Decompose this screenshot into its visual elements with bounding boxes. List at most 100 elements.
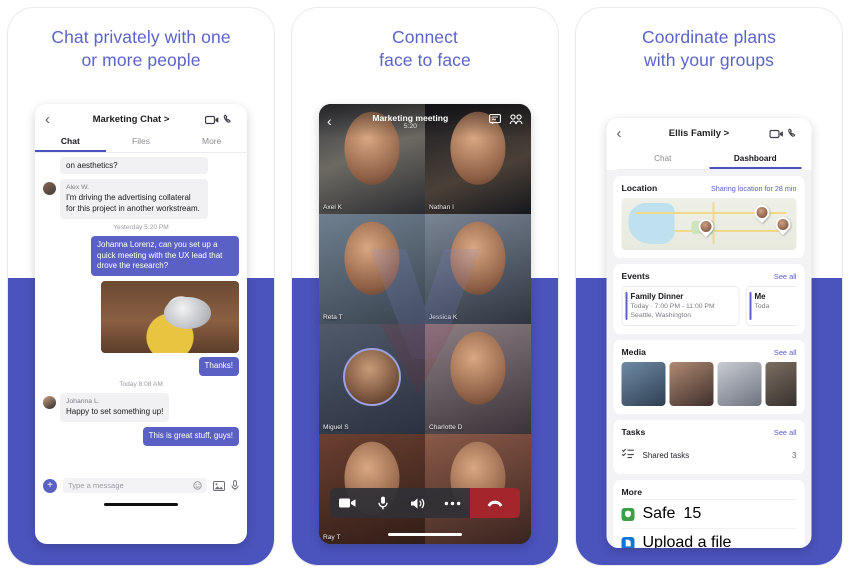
message-input-placeholder: Type a message [68,481,124,490]
message-text: Happy to set something up! [66,407,164,417]
tab-more[interactable]: More [176,131,247,152]
panel-chat: Chat privately with one or more people ‹… [8,8,274,565]
page-title: Chat privately with one or more people [8,8,274,72]
microphone-icon[interactable] [231,480,239,491]
meeting-time: 5:20 [403,122,417,130]
message-sender: Johanna L. [66,397,100,405]
message-row: Johanna L. Happy to set something up! [43,392,239,422]
event-when: Today · 7:00 PM - 11:00 PM [630,303,715,310]
tab-chat[interactable]: Chat [35,131,106,152]
call-controls [330,488,520,518]
media-thumbnail[interactable] [669,362,714,406]
event-item[interactable]: Family Dinner Today · 7:00 PM - 11:00 PM… [621,286,740,326]
tasks-see-all[interactable]: See all [774,428,797,437]
participant-name: Ray T [323,534,341,541]
headline-line-1: Chat privately with one [51,27,231,47]
shared-tasks-row[interactable]: Shared tasks 3 [621,442,797,466]
media-title: Media [621,347,646,357]
participant-name: Axel K [323,204,343,211]
phone-call-mockup: Axel K Nathan I Reta T Jessica K Miguel … [319,104,531,544]
plus-icon[interactable]: + [43,478,57,493]
photo-attachment[interactable] [101,281,239,354]
participant-tile[interactable]: Miguel S [319,324,425,434]
more-item-label: Upload a file [642,534,732,548]
tab-files[interactable]: Files [106,131,177,152]
media-thumbnail[interactable] [717,362,762,406]
phone-chat-mockup: ‹ Marketing Chat > Chat Files More on ae… [35,104,247,544]
panel-dashboard: Coordinate plans with your groups ‹ Elli… [576,8,842,565]
location-sharing-note: Sharing location for 28 min [711,183,797,193]
more-icon[interactable] [435,501,470,506]
more-item-safe[interactable]: Safe 15 [621,499,797,528]
back-chevron-icon[interactable]: ‹ [45,112,59,127]
headline-line-1: Coordinate plans [642,27,776,47]
avatar [343,347,401,406]
events-title: Events [621,271,650,281]
message-bubble[interactable]: Alex W. I'm driving the advertising coll… [60,179,208,219]
events-see-all[interactable]: See all [774,272,797,281]
message-list[interactable]: on aesthetics? Alex W. I'm driving the a… [35,153,247,471]
media-card: Media See all [613,340,805,414]
more-title: More [621,487,643,497]
media-thumbnails [621,362,797,406]
tab-chat[interactable]: Chat [617,149,710,169]
group-title[interactable]: Ellis Family > [631,128,768,139]
participant-tile[interactable]: Charlotte D [425,324,531,434]
tasks-card: Tasks See all Shared tasks 3 [613,420,805,474]
dashboard-header: ‹ Ellis Family > Chat Dashboard [606,118,812,170]
media-thumbnail[interactable] [765,362,797,406]
upload-file-icon [621,536,635,548]
tasks-title: Tasks [621,427,646,437]
participant-name: Nathan I [429,204,454,211]
speaker-icon[interactable] [400,497,435,510]
map-pin[interactable] [751,202,773,224]
page-title: Connect face to face [292,8,558,72]
message-row: Johanna Lorenz, can you set up a quick m… [43,235,239,277]
location-map[interactable] [621,198,797,250]
hangup-icon[interactable] [470,488,520,518]
participant-name: Miguel S [323,424,349,431]
message-timestamp: Yesterday 5:20 PM [113,223,169,231]
video-call-icon[interactable] [768,129,785,139]
chat-bubble-icon[interactable] [489,112,501,130]
events-card: Events See all Family Dinner Today · 7:0… [613,264,805,334]
media-see-all[interactable]: See all [774,348,797,357]
safe-icon [621,507,635,521]
media-thumbnail[interactable] [621,362,666,406]
message-row: Alex W. I'm driving the advertising coll… [43,179,239,219]
phone-call-icon[interactable] [220,114,237,125]
phone-call-icon[interactable] [785,128,802,139]
emoji-icon[interactable] [193,481,202,490]
headline-line-2: or more people [81,50,201,71]
message-bubble[interactable]: Johanna L. Happy to set something up! [60,392,170,422]
location-title: Location [621,183,658,193]
home-indicator [388,533,462,536]
participants-icon[interactable] [509,112,523,130]
event-item[interactable]: Me Toda [745,286,797,326]
message-bubble[interactable]: Thanks! [198,357,239,376]
microphone-icon[interactable] [365,496,400,510]
camera-icon[interactable] [330,497,365,509]
chat-title[interactable]: Marketing Chat > [59,114,203,125]
message-row: This is great stuff, guys! [43,426,239,446]
more-card: More Safe 15 Upload a file [613,480,805,548]
more-item-label: Safe [642,505,676,522]
video-call-icon[interactable] [203,115,220,125]
event-place: Seattle, Washington [630,312,692,319]
message-input[interactable]: Type a message [63,478,207,493]
participant-tile[interactable]: Reta T [319,214,425,324]
clipped-message: on aesthetics? [60,157,208,174]
participant-tile[interactable]: Jessica K [425,214,531,324]
shared-tasks-label: Shared tasks [642,450,690,460]
message-bubble[interactable]: Johanna Lorenz, can you set up a quick m… [91,235,239,277]
image-icon[interactable] [213,480,225,491]
more-item-upload[interactable]: Upload a file [621,528,797,548]
message-text: I'm driving the advertising collateral f… [66,193,200,213]
back-chevron-icon[interactable]: ‹ [617,126,631,141]
call-header: ‹ Marketing meeting 5:20 [319,104,531,138]
tab-dashboard[interactable]: Dashboard [709,149,802,169]
video-grid: Axel K Nathan I Reta T Jessica K Miguel … [319,104,531,544]
message-bubble[interactable]: This is great stuff, guys! [142,426,239,446]
location-card: Location Sharing location for 28 min [613,176,805,258]
participant-name: Reta T [323,314,343,321]
